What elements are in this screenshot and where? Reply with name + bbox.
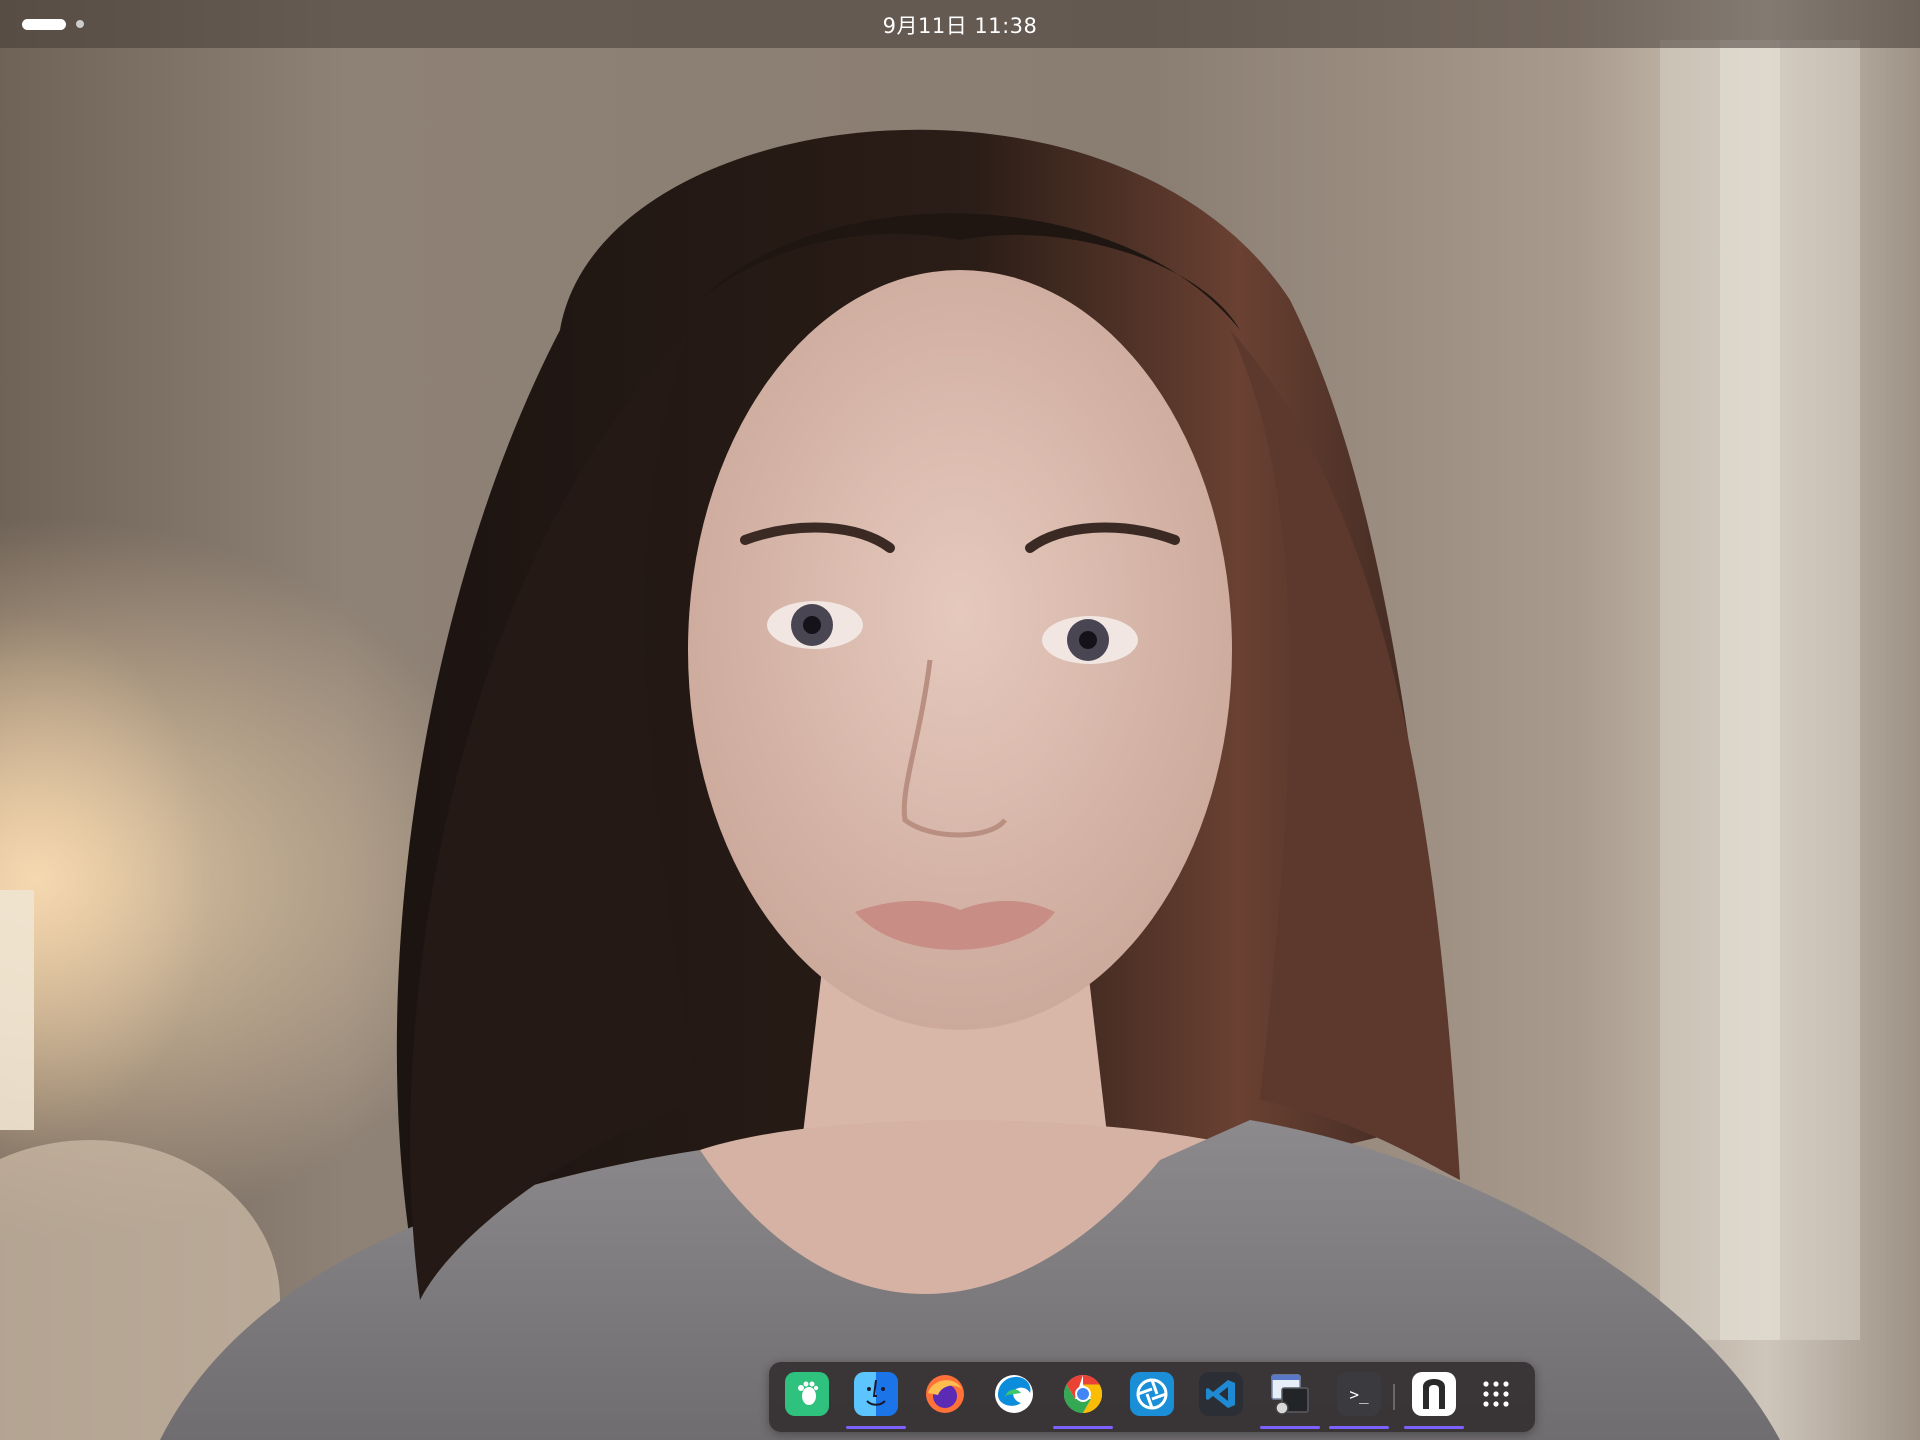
dock-item-shutter[interactable]: [1130, 1372, 1174, 1416]
running-indicator: [1404, 1426, 1464, 1429]
typora-icon: [1423, 1379, 1445, 1409]
grid-icon: [1483, 1381, 1509, 1407]
running-indicator: [1053, 1426, 1113, 1429]
dock-item-window-manager[interactable]: [1268, 1372, 1312, 1416]
running-indicator: [1329, 1426, 1389, 1429]
shutter-aperture-icon: [1136, 1378, 1168, 1410]
terminal-icon: >_: [1349, 1384, 1369, 1404]
vscode-icon: [1206, 1380, 1235, 1408]
dock-item-firefox[interactable]: [923, 1372, 967, 1416]
running-indicator: [846, 1426, 906, 1429]
dock-separator: [1393, 1384, 1395, 1410]
chrome-icon: [1063, 1375, 1103, 1413]
top-bar: 9月11日 11:38: [0, 0, 1920, 48]
dock: >_: [769, 1362, 1535, 1432]
clock[interactable]: 9月11日 11:38: [0, 10, 1920, 40]
dock-item-terminal[interactable]: >_: [1337, 1372, 1381, 1416]
finder-face-icon: [866, 1379, 886, 1406]
dock-item-typora[interactable]: [1412, 1372, 1456, 1416]
dock-item-gnome-software[interactable]: [785, 1372, 829, 1416]
dock-item-vscode[interactable]: [1199, 1372, 1243, 1416]
window-stack-icon: [1271, 1374, 1309, 1415]
dock-item-finder[interactable]: [854, 1372, 898, 1416]
running-indicator: [1260, 1426, 1320, 1429]
desktop: 9月11日 11:38 >_: [0, 0, 1920, 1440]
dock-item-app-grid[interactable]: [1474, 1372, 1518, 1416]
dock-item-edge[interactable]: [992, 1372, 1036, 1416]
edge-icon: [995, 1375, 1033, 1413]
firefox-icon: [926, 1375, 964, 1413]
wallpaper-portrait: [0, 0, 1920, 1440]
gnome-foot-icon: [798, 1381, 819, 1405]
dock-item-chrome[interactable]: [1061, 1372, 1105, 1416]
